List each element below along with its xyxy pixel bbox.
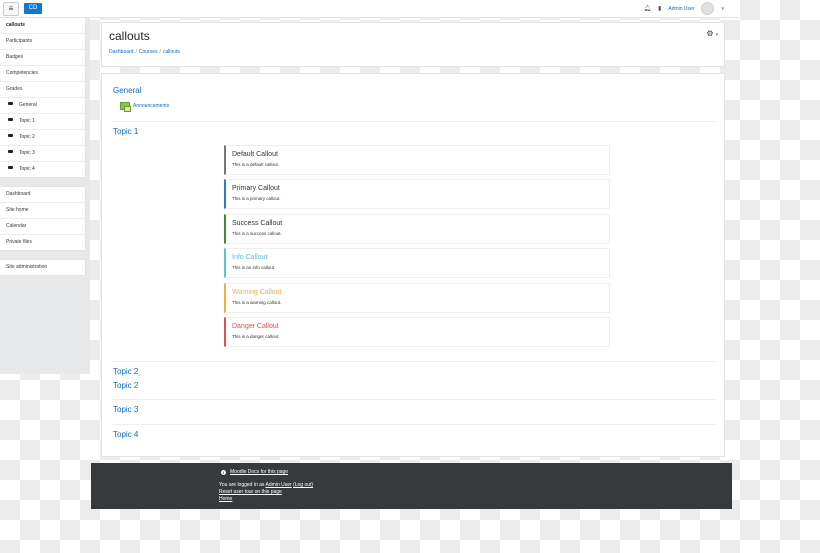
logout-link[interactable]: (Log out) <box>293 482 313 488</box>
section-divider <box>113 424 717 425</box>
section-topic-4-title[interactable]: Topic 4 <box>113 430 138 439</box>
folder-icon <box>8 118 13 122</box>
sidebar-item-topic-1[interactable]: Topic 1 <box>0 114 85 130</box>
moodle-docs-link[interactable]: Moodle Docs for this page <box>230 469 288 475</box>
gear-icon[interactable]: ⚙ <box>706 29 713 38</box>
sidebar-item-topic-3[interactable]: Topic 3 <box>0 146 85 162</box>
sidebar-item-label: Topic 4 <box>19 166 35 172</box>
page-footer: i Moodle Docs for this page You are logg… <box>91 463 732 509</box>
callout-title: Danger Callout <box>232 323 279 330</box>
sidebar-item-dashboard[interactable]: Dashboard <box>0 187 85 203</box>
callout-text: This is a default callout. <box>232 162 280 167</box>
callout-title: Info Callout <box>232 254 268 261</box>
section-divider <box>113 121 717 122</box>
site-nav-block: Dashboard Site home Calendar Private fil… <box>0 186 86 251</box>
folder-icon <box>8 134 13 138</box>
course-nav-block: callouts Participants Badges Competencie… <box>0 17 86 178</box>
sidebar-item-calendar[interactable]: Calendar <box>0 219 85 235</box>
home-link[interactable]: Home <box>219 496 232 502</box>
sidebar-item-site-home[interactable]: Site home <box>0 203 85 219</box>
callout-info: Info Callout This is an info callout. <box>224 248 610 278</box>
admin-nav-block: Site administration <box>0 259 86 276</box>
chat-icon[interactable]: ▮ <box>658 5 661 12</box>
sidebar-item-competencies[interactable]: Competencies <box>0 66 85 82</box>
sidebar-item-grades[interactable]: Grades <box>0 82 85 98</box>
sidebar-item-private-files[interactable]: Private files <box>0 235 85 250</box>
sidebar-item-label: General <box>19 102 37 108</box>
page-header: callouts Dashboard / Courses / callouts ⚙ ▾ <box>101 22 725 67</box>
sidebar-item-label: Topic 2 <box>19 134 35 140</box>
logged-in-user-link[interactable]: Admin User <box>266 482 292 488</box>
section-divider <box>113 361 717 362</box>
section-topic-3-title[interactable]: Topic 3 <box>113 405 138 414</box>
bell-icon[interactable]: 🔔︎ <box>643 5 651 12</box>
user-menu-area: 🔔︎ ▮ Admin User ▾ <box>643 2 724 15</box>
logged-in-info: You are logged in as Admin User (Log out… <box>219 482 313 488</box>
sidebar-item-topic-2[interactable]: Topic 2 <box>0 130 85 146</box>
reset-tour-link[interactable]: Reset user tour on this page <box>219 489 282 495</box>
section-general-title[interactable]: General <box>113 86 141 95</box>
callout-text: This is a danger callout. <box>232 334 280 339</box>
sidebar-item-participants[interactable]: Participants <box>0 34 85 50</box>
section-topic-2-heading[interactable]: Topic 2 <box>113 381 138 390</box>
nav-drawer: callouts Participants Badges Competencie… <box>0 17 90 374</box>
page-title: callouts <box>109 29 150 43</box>
sidebar-item-badges[interactable]: Badges <box>0 50 85 66</box>
callout-text: This is an info callout. <box>232 265 276 270</box>
menu-toggle-button[interactable]: ≡ <box>3 2 19 16</box>
breadcrumb-course[interactable]: callouts <box>163 49 180 55</box>
breadcrumb-dashboard[interactable]: Dashboard <box>109 49 133 55</box>
folder-icon <box>8 150 13 154</box>
callout-title: Success Callout <box>232 220 283 227</box>
user-menu-name[interactable]: Admin User <box>668 6 694 12</box>
logged-in-prefix: You are logged in as <box>219 482 265 488</box>
callout-title: Default Callout <box>232 151 278 158</box>
sidebar-item-topic-4[interactable]: Topic 4 <box>0 162 85 177</box>
section-topic-1-title[interactable]: Topic 1 <box>113 127 138 136</box>
chevron-down-icon[interactable]: ▾ <box>721 6 724 12</box>
breadcrumb: Dashboard / Courses / callouts <box>109 49 180 55</box>
sidebar-item-label: Topic 3 <box>19 150 35 156</box>
course-content: General Announcements Topic 1 Default Ca… <box>101 73 725 457</box>
info-icon: i <box>221 469 226 475</box>
callout-success: Success Callout This is a success callou… <box>224 214 610 244</box>
sidebar-item-site-administration[interactable]: Site administration <box>0 260 85 275</box>
breadcrumb-courses[interactable]: Courses <box>139 49 158 55</box>
forum-icon <box>120 102 131 112</box>
callout-title: Primary Callout <box>232 185 280 192</box>
folder-icon <box>8 102 13 106</box>
home-label[interactable]: Home <box>219 496 232 502</box>
section-topic-2-title[interactable]: Topic 2 <box>113 367 138 376</box>
callout-default: Default Callout This is a default callou… <box>224 145 610 175</box>
callout-text: This is a warning callout. <box>232 300 282 305</box>
avatar[interactable] <box>701 2 715 15</box>
callout-danger: Danger Callout This is a danger callout. <box>224 317 610 347</box>
callout-text: This is a success callout. <box>232 231 282 236</box>
breadcrumb-separator: / <box>159 49 161 55</box>
section-divider <box>113 399 717 400</box>
sidebar-item-course[interactable]: callouts <box>0 18 85 34</box>
site-brand-button[interactable]: CD <box>24 3 42 14</box>
callout-primary: Primary Callout This is a primary callou… <box>224 179 610 209</box>
chevron-down-icon: ▾ <box>715 32 718 38</box>
folder-icon <box>8 166 13 170</box>
sidebar-item-label: Topic 1 <box>19 118 35 124</box>
sidebar-item-general[interactable]: General <box>0 98 85 114</box>
announcements-link[interactable]: Announcements <box>133 103 169 109</box>
reset-tour-label[interactable]: Reset user tour on this page <box>219 489 282 495</box>
breadcrumb-separator: / <box>135 49 137 55</box>
moodle-docs-link-row: i Moodle Docs for this page <box>221 469 288 475</box>
top-navbar: ≡ CD 🔔︎ ▮ Admin User ▾ <box>0 0 738 18</box>
callout-title: Warning Callout <box>232 289 282 296</box>
callout-warning: Warning Callout This is a warning callou… <box>224 283 610 313</box>
announcements-activity[interactable]: Announcements <box>120 102 169 112</box>
callout-text: This is a primary callout. <box>232 196 281 201</box>
course-actions-menu[interactable]: ⚙ ▾ <box>706 29 718 38</box>
